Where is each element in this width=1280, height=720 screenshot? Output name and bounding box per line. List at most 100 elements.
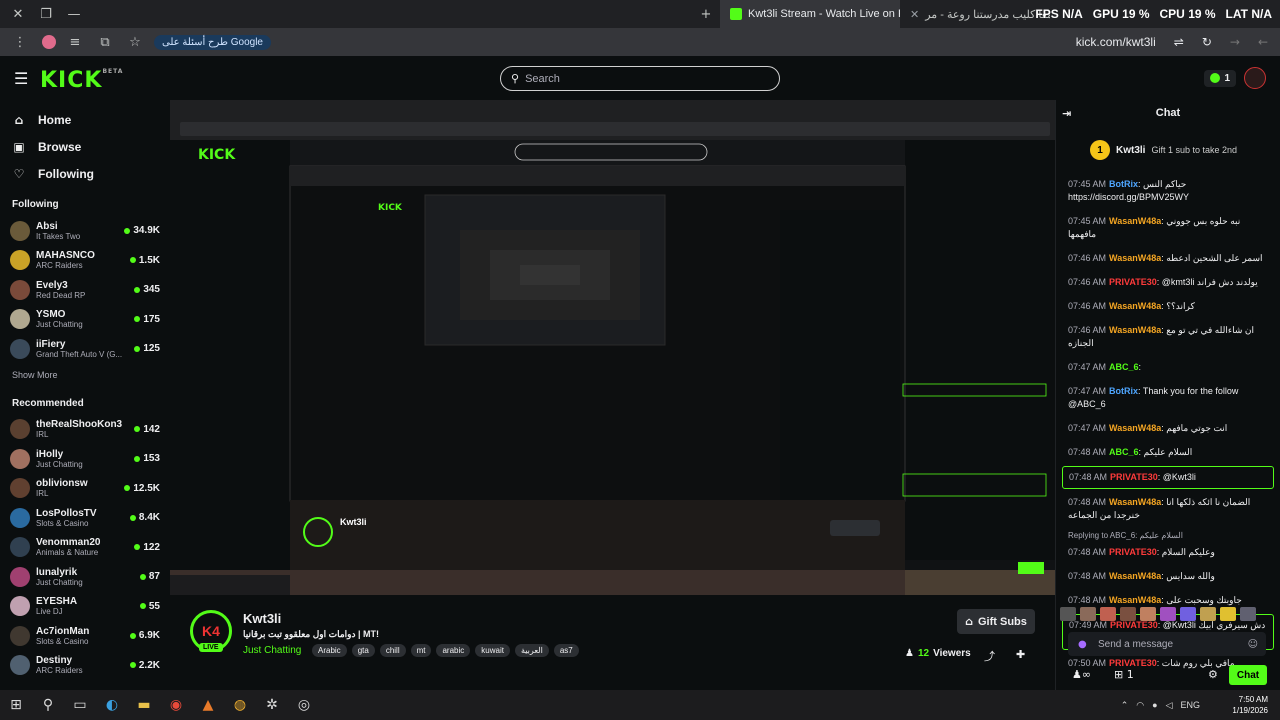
emote-icon[interactable] — [1200, 607, 1216, 621]
sidebar-channel[interactable]: Venomman20 Animals & Nature 122 — [0, 533, 170, 563]
sidebar-channel[interactable]: lunalyrik Just Chatting 87 — [0, 562, 170, 592]
chat-settings-icon[interactable]: ⚙ — [1208, 668, 1218, 681]
extensions-icon[interactable]: ⧉ — [94, 28, 116, 56]
message-user[interactable]: WasanW48a — [1109, 423, 1161, 433]
wifi-icon[interactable]: ◠ — [1136, 700, 1144, 711]
search-taskbar-icon[interactable]: ⚲ — [32, 690, 64, 720]
restore-window-icon[interactable]: ❐ — [32, 0, 60, 28]
follow-icon[interactable]: ✚ — [1016, 648, 1025, 661]
emote-icon[interactable] — [1180, 607, 1196, 621]
mic-tray-icon[interactable]: ● — [1152, 700, 1157, 710]
message-user[interactable]: BotRix — [1109, 386, 1138, 396]
sidebar-channel[interactable]: Evely3 Red Dead RP 345 — [0, 275, 170, 305]
reading-list-icon[interactable]: ≡ — [64, 28, 86, 56]
message-user[interactable]: WasanW48a — [1109, 216, 1161, 226]
chat-input[interactable]: ● Send a message ☺ — [1068, 632, 1266, 656]
close-tab-icon[interactable]: ✕ — [910, 8, 919, 21]
profile-avatar[interactable] — [42, 35, 56, 49]
stream-tag[interactable]: gta — [351, 644, 375, 657]
bookmark-star-icon[interactable]: ☆ — [124, 28, 146, 56]
tab-kwt3li[interactable]: Kwt3li Stream - Watch Live on Kick ✕ — [720, 0, 900, 28]
sidebar-channel[interactable]: Absi It Takes Two 34.9K — [0, 216, 170, 246]
emoji-icon[interactable]: ☺ — [1248, 639, 1258, 650]
forward-icon[interactable]: → — [1230, 35, 1240, 49]
sidebar-channel[interactable]: EYESHA Live DJ 55 — [0, 592, 170, 622]
google-ask-pill[interactable]: طرح أسئلة على Google — [154, 34, 271, 50]
collapse-chat-icon[interactable]: ⇥ — [1062, 107, 1071, 120]
start-icon[interactable]: ⊞ — [0, 690, 32, 720]
emote-icon[interactable] — [1120, 607, 1136, 621]
stream-tag[interactable]: chill — [379, 644, 406, 657]
task-view-icon[interactable]: ▭ — [64, 690, 96, 720]
emote-icon[interactable] — [1080, 607, 1096, 621]
sidebar-channel[interactable]: Ac7ionMan Slots & Casino 6.9K — [0, 621, 170, 651]
app-orange-icon[interactable]: ▲ — [192, 690, 224, 720]
mic-icon[interactable]: ● — [1078, 639, 1087, 650]
message-user[interactable]: ABC_6 — [1109, 447, 1139, 457]
share-icon[interactable]: ⤴ — [984, 648, 995, 664]
message-user[interactable]: PRIVATE30 — [1109, 547, 1157, 557]
message-user[interactable]: PRIVATE30 — [1109, 658, 1157, 668]
stream-category[interactable]: Just Chatting — [243, 645, 301, 656]
kick-logo[interactable]: KICKBETA — [40, 68, 123, 93]
sidebar-channel[interactable]: oblivionsw IRL 12.5K — [0, 474, 170, 504]
streamer-name[interactable]: Kwt3li — [243, 611, 281, 626]
close-window-icon[interactable]: ✕ — [4, 0, 32, 28]
emote-icon[interactable] — [1140, 607, 1156, 621]
search-input[interactable]: ⚲ Search — [500, 66, 780, 91]
language-indicator[interactable]: ENG — [1180, 700, 1200, 710]
nav-following[interactable]: ♡ Following — [0, 160, 170, 187]
stream-tag[interactable]: Arabic — [312, 644, 347, 657]
menu-dots-icon[interactable]: ⋮ — [6, 28, 34, 56]
stream-tag[interactable]: as7 — [553, 644, 579, 657]
chat-users-icon[interactable]: ♟∞ — [1072, 668, 1091, 681]
url-text[interactable]: kick.com/kwt3li — [1076, 35, 1156, 49]
emote-icon[interactable] — [1160, 607, 1176, 621]
sidebar-channel[interactable]: iiFiery Grand Theft Auto V (G... 125 — [0, 334, 170, 364]
minimize-window-icon[interactable]: — — [60, 0, 88, 28]
emote-icon[interactable] — [1220, 607, 1236, 621]
edge-icon[interactable]: ◐ — [96, 690, 128, 720]
message-user[interactable]: PRIVATE30 — [1110, 472, 1158, 482]
message-user[interactable]: WasanW48a — [1109, 325, 1161, 335]
sidebar-channel[interactable]: MAHASNCO ARC Raiders 1.5K — [0, 246, 170, 276]
sidebar-channel[interactable]: LosPollosTV Slots & Casino 8.4K — [0, 503, 170, 533]
sidebar-channel[interactable]: YSMO Just Chatting 175 — [0, 305, 170, 335]
message-user[interactable]: BotRix — [1109, 179, 1138, 189]
video-player[interactable]: KICK KICK Kwt3li — [170, 100, 1055, 595]
emote-icon[interactable] — [1100, 607, 1116, 621]
hamburger-menu-icon[interactable]: ☰ — [14, 69, 28, 88]
gift-box-icon[interactable]: ⊞ 1 — [1114, 668, 1134, 681]
obs-icon[interactable]: ◎ — [288, 690, 320, 720]
emote-icon[interactable] — [1060, 607, 1076, 621]
message-user[interactable]: WasanW48a — [1109, 497, 1161, 507]
nav-browse[interactable]: ▣ Browse — [0, 133, 170, 160]
message-user[interactable]: WasanW48a — [1109, 595, 1161, 605]
stream-tag[interactable]: kuwait — [475, 644, 510, 657]
tab-youtube[interactable]: ✕ ونس ضحكنا معا كليب مدرستنا روعة - مر..… — [900, 0, 1050, 28]
sidebar-channel[interactable]: Destiny ARC Raiders 2.2K — [0, 651, 170, 681]
site-settings-icon[interactable]: ⇌ — [1174, 35, 1184, 49]
volume-icon[interactable]: ◁ — [1166, 700, 1173, 711]
send-chat-button[interactable]: Chat — [1229, 665, 1267, 685]
new-tab-icon[interactable]: + — [692, 0, 720, 28]
message-user[interactable]: WasanW48a — [1109, 301, 1161, 311]
back-icon[interactable]: ← — [1258, 35, 1268, 49]
sidebar-channel[interactable]: theRealShooKon3 IRL 142 — [0, 415, 170, 445]
app-yellow-icon[interactable]: ◍ — [224, 690, 256, 720]
emote-icon[interactable] — [1240, 607, 1256, 621]
reload-icon[interactable]: ↻ — [1202, 35, 1212, 49]
message-user[interactable]: WasanW48a — [1109, 253, 1161, 263]
chrome-icon[interactable]: ◉ — [160, 690, 192, 720]
stream-tag[interactable]: mt — [410, 644, 432, 657]
file-explorer-icon[interactable]: ▬ — [128, 690, 160, 720]
message-user[interactable]: PRIVATE30 — [1109, 277, 1157, 287]
clock[interactable]: 7:50 AM 1/19/2026 — [1232, 694, 1268, 716]
steam-icon[interactable]: ✲ — [256, 690, 288, 720]
message-user[interactable]: PRIVATE30 — [1110, 620, 1158, 630]
gift-subs-button[interactable]: ⌂ Gift Subs — [957, 609, 1035, 634]
show-more-button[interactable]: Show More — [0, 364, 170, 386]
message-user[interactable]: WasanW48a — [1109, 571, 1161, 581]
sidebar-channel[interactable]: iHolly Just Chatting 153 — [0, 444, 170, 474]
nav-home[interactable]: ⌂ Home — [0, 106, 170, 133]
